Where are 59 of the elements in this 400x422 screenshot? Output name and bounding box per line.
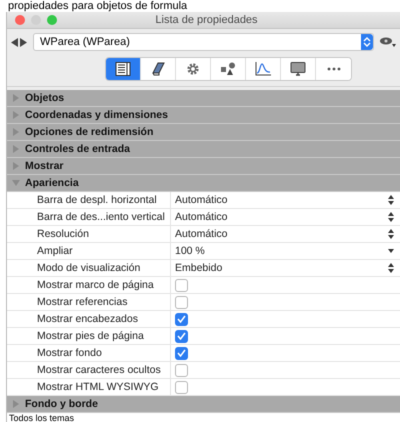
updown-arrows-icon (388, 229, 394, 239)
section-title: Opciones de redimensión (25, 126, 154, 138)
list-tab[interactable] (106, 58, 141, 80)
section-title: Controles de entrada (25, 143, 130, 155)
property-label: Barra de des...iento vertical (7, 209, 171, 225)
value-dropdown[interactable]: Embebido (175, 260, 400, 276)
section-title: Objetos (25, 92, 64, 104)
section-title: Fondo y borde (25, 398, 98, 410)
section-header[interactable]: Coordenadas y dimensiones (7, 107, 400, 124)
checkbox[interactable] (175, 330, 188, 342)
section-title: Apariencia (25, 177, 79, 189)
graph-icon (255, 62, 271, 76)
updown-arrows-icon (388, 195, 394, 205)
updown-arrows-icon (388, 212, 394, 222)
page-heading: propiedades para objetos de formula (7, 0, 188, 12)
updown-icon (361, 34, 373, 50)
checkbox[interactable] (175, 296, 188, 308)
updown-arrows-icon (388, 263, 394, 273)
gear-icon (186, 62, 200, 76)
dropdown-caret-icon (388, 249, 394, 253)
shapes-icon (220, 62, 236, 76)
checkbox[interactable] (175, 380, 188, 394)
checkbox[interactable] (175, 312, 188, 326)
value-dropdown[interactable]: Automático (175, 192, 400, 208)
monitor-icon (290, 62, 306, 76)
section-header[interactable]: Objetos (7, 90, 400, 107)
eye-icon[interactable] (380, 37, 396, 47)
property-label: Mostrar referencias (7, 294, 171, 310)
section-header[interactable]: Mostrar (7, 158, 400, 175)
section-title: Mostrar (25, 160, 64, 172)
back-forward-icon[interactable] (11, 38, 27, 46)
checkbox[interactable] (175, 364, 188, 376)
property-label: Ampliar (7, 243, 171, 259)
value-dropdown[interactable]: Automático (175, 209, 400, 225)
window-title: Lista de propiedades (154, 14, 259, 26)
close-button[interactable] (15, 15, 25, 25)
more-icon (326, 67, 340, 71)
property-label: Mostrar encabezados (7, 311, 171, 327)
checkbox[interactable] (175, 278, 188, 292)
section-header[interactable]: Apariencia (7, 175, 400, 192)
property-label: Mostrar HTML WYSIWYG (7, 379, 171, 395)
status-text: Todos los temas (7, 413, 400, 422)
property-label: Mostrar pies de página (7, 328, 171, 344)
property-label: Resolución (7, 226, 171, 242)
property-label: Mostrar caracteres ocultos (7, 362, 171, 378)
section-header[interactable]: Controles de entrada (7, 141, 400, 158)
section-header[interactable]: Opciones de redimensión (7, 124, 400, 141)
checkbox[interactable] (175, 346, 188, 360)
book-icon (150, 62, 166, 76)
list-icon (115, 62, 131, 76)
property-label: Barra de despl. horizontal (7, 192, 171, 208)
property-label: Mostrar fondo (7, 345, 171, 361)
value-dropdown[interactable]: 100 % (175, 243, 400, 259)
property-label: Modo de visualización (7, 260, 171, 276)
section-title: Coordenadas y dimensiones (25, 109, 168, 121)
section-header[interactable]: Fondo y borde (7, 396, 400, 413)
property-label: Mostrar marco de página (7, 277, 171, 293)
value-dropdown[interactable]: Automático (175, 226, 400, 242)
object-dropdown[interactable]: WParea (WParea) (33, 33, 374, 51)
